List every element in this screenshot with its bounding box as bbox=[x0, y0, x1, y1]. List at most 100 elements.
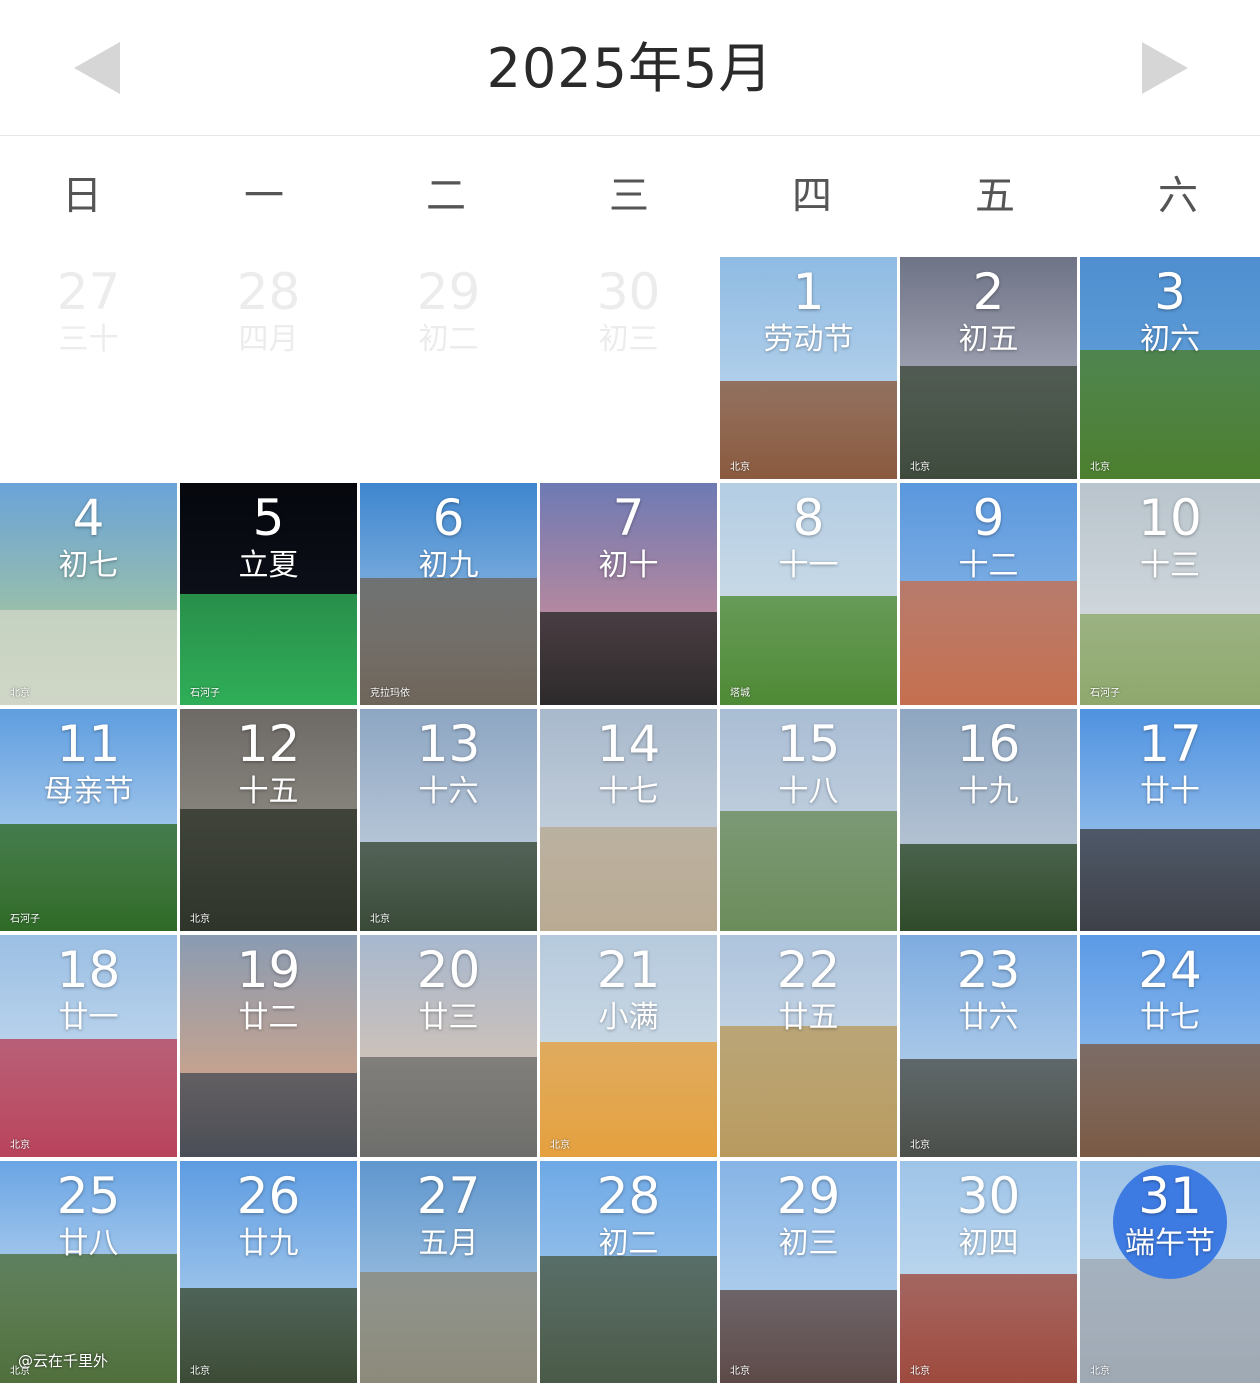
lunar-date-label: 十九 bbox=[958, 774, 1019, 809]
day-cell[interactable]: 28 初二 bbox=[540, 1161, 717, 1383]
day-cell[interactable]: 29 初三 北京 bbox=[720, 1161, 897, 1383]
day-cell[interactable]: 2 初五 北京 bbox=[900, 257, 1077, 479]
day-cell[interactable]: 18 廿一北京 bbox=[0, 935, 177, 1157]
day-number: 27 bbox=[56, 263, 121, 321]
day-cell[interactable]: 22 廿五 bbox=[720, 935, 897, 1157]
day-cell[interactable]: 6 初九 克拉玛依 bbox=[360, 483, 537, 705]
day-number: 2 bbox=[972, 263, 1005, 321]
lunar-date-label: 初三 bbox=[778, 1226, 839, 1261]
photo-location-label: 北京 bbox=[190, 1366, 210, 1377]
adjacent-month-day-cell[interactable]: 30 初三 bbox=[540, 257, 717, 479]
day-number: 4 bbox=[72, 489, 105, 547]
lunar-date-label: 端午节 bbox=[1125, 1226, 1215, 1261]
day-number: 8 bbox=[792, 489, 825, 547]
lunar-date-label: 母亲节 bbox=[43, 774, 134, 809]
day-number: 13 bbox=[416, 715, 481, 773]
day-cell[interactable]: 8 十一塔城 bbox=[720, 483, 897, 705]
day-cell[interactable]: 4 初七北京 bbox=[0, 483, 177, 705]
photo-foreground bbox=[900, 844, 1077, 931]
lunar-date-label: 劳动节 bbox=[763, 322, 854, 357]
lunar-date-label: 初四 bbox=[958, 1226, 1019, 1261]
day-cell[interactable]: 26 廿九 北京 bbox=[180, 1161, 357, 1383]
photo-location-label: 北京 bbox=[1090, 462, 1110, 473]
photo-location-label: 北京 bbox=[730, 462, 750, 473]
lunar-date-label: 初七 bbox=[58, 548, 119, 583]
day-number: 17 bbox=[1138, 715, 1202, 773]
day-number: 31 bbox=[1138, 1167, 1202, 1225]
day-cell[interactable]: 1 劳动节北京 bbox=[720, 257, 897, 479]
lunar-date-label: 初二 bbox=[418, 322, 479, 357]
day-cell[interactable]: 11 母亲节 石河子 bbox=[0, 709, 177, 931]
day-number: 18 bbox=[56, 941, 121, 999]
day-number: 28 bbox=[596, 1167, 661, 1225]
adjacent-month-day-cell[interactable]: 27 三十 bbox=[0, 257, 177, 479]
day-cell[interactable]: 9 十二 bbox=[900, 483, 1077, 705]
day-cell[interactable]: 24 廿七 bbox=[1080, 935, 1260, 1157]
day-cell[interactable]: 14 十七 bbox=[540, 709, 717, 931]
month-title: 2025年5月 bbox=[486, 37, 774, 100]
lunar-date-label: 十七 bbox=[598, 774, 659, 809]
lunar-date-label: 十一 bbox=[778, 548, 839, 583]
day-cell[interactable]: 12 十五 北京 bbox=[180, 709, 357, 931]
day-cell[interactable]: 19 廿二 bbox=[180, 935, 357, 1157]
day-cell[interactable]: 16 十九 bbox=[900, 709, 1077, 931]
day-cell[interactable]: 13 十六 北京 bbox=[360, 709, 537, 931]
right-triangle-icon bbox=[1142, 42, 1188, 94]
photo-foreground bbox=[540, 1256, 717, 1383]
photo-foreground bbox=[1080, 828, 1260, 931]
day-cell[interactable]: 23 廿六 北京 bbox=[900, 935, 1077, 1157]
day-cell[interactable]: 31 端午节 北京 bbox=[1080, 1161, 1260, 1383]
weekday-label: 四 bbox=[792, 173, 832, 219]
lunar-date-label: 五月 bbox=[418, 1226, 479, 1261]
day-cell[interactable]: 5 立夏 石河子 bbox=[180, 483, 357, 705]
photo-foreground bbox=[540, 826, 717, 931]
calendar-header: 2025年5月 bbox=[0, 0, 1260, 136]
day-cell[interactable]: 17 廿十 bbox=[1080, 709, 1260, 931]
day-cell[interactable]: 20 廿三 bbox=[360, 935, 537, 1157]
weekday-label: 一 bbox=[244, 173, 284, 219]
adjacent-month-day-cell[interactable]: 29 初二 bbox=[360, 257, 537, 479]
lunar-date-label: 廿一 bbox=[58, 1000, 119, 1035]
day-number: 16 bbox=[956, 715, 1021, 773]
photo-location-label: 北京 bbox=[910, 1140, 930, 1151]
day-number: 1 bbox=[792, 263, 825, 321]
lunar-date-label: 十五 bbox=[238, 774, 299, 809]
day-cell[interactable]: 21 小满 北京 bbox=[540, 935, 717, 1157]
lunar-date-label: 廿三 bbox=[418, 1000, 479, 1035]
photo-location-label: 北京 bbox=[730, 1366, 750, 1377]
day-number: 14 bbox=[596, 715, 661, 773]
next-month-button[interactable] bbox=[1136, 40, 1192, 96]
lunar-date-label: 廿七 bbox=[1140, 1000, 1200, 1035]
weekday-label: 五 bbox=[975, 173, 1015, 219]
day-number: 28 bbox=[236, 263, 301, 321]
weekday-label: 六 bbox=[1158, 173, 1198, 219]
photo-location-label: 石河子 bbox=[1090, 688, 1120, 699]
photo-location-label: 北京 bbox=[10, 688, 30, 699]
photo-location-label: 北京 bbox=[910, 1366, 930, 1377]
weekday-label: 二 bbox=[426, 173, 466, 219]
day-number: 23 bbox=[956, 941, 1021, 999]
day-cell[interactable]: 30 初四 北京 bbox=[900, 1161, 1077, 1383]
lunar-date-label: 十六 bbox=[418, 774, 479, 809]
day-cell[interactable]: 3 初六 北京 bbox=[1080, 257, 1260, 479]
day-cell[interactable]: 7 初十 bbox=[540, 483, 717, 705]
day-cell[interactable]: 27 五月 bbox=[360, 1161, 537, 1383]
day-number: 22 bbox=[776, 941, 841, 999]
lunar-date-label: 初九 bbox=[418, 548, 479, 583]
day-cell[interactable]: 15 十八 bbox=[720, 709, 897, 931]
photo-location-label: 北京 bbox=[10, 1140, 30, 1151]
day-cell[interactable]: 10 十三 石河子 bbox=[1080, 483, 1260, 705]
photo-foreground bbox=[360, 1272, 537, 1383]
photo-location-label: 北京 bbox=[550, 1140, 570, 1151]
day-number: 10 bbox=[1138, 489, 1202, 547]
day-number: 20 bbox=[416, 941, 481, 999]
photo-foreground bbox=[540, 611, 717, 705]
day-number: 7 bbox=[612, 489, 645, 547]
adjacent-month-day-cell[interactable]: 28 四月 bbox=[180, 257, 357, 479]
previous-month-button[interactable] bbox=[70, 40, 126, 96]
lunar-date-label: 初二 bbox=[598, 1226, 659, 1261]
lunar-date-label: 初五 bbox=[958, 322, 1019, 357]
lunar-date-label: 廿五 bbox=[778, 1000, 839, 1035]
photo-location-label: 塔城 bbox=[730, 688, 750, 699]
photo-foreground bbox=[720, 811, 897, 931]
